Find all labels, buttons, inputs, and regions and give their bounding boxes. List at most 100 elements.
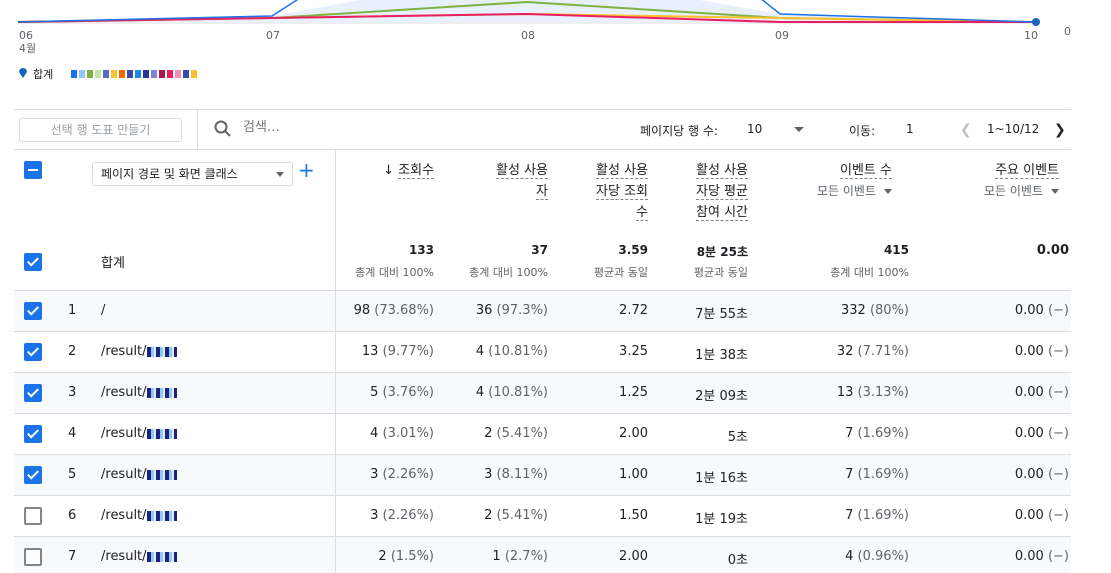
redacted-text <box>146 510 177 521</box>
cell-key-events: 0.00 (−) <box>1014 549 1069 564</box>
cell-avg-time: 5초 <box>727 430 748 445</box>
cell-views-per-user: 1.00 <box>619 467 648 482</box>
table-row[interactable]: 6/result/3 (2.26%) 2 (5.41%) 1.50 1분 19초 7 (… <box>14 496 1071 537</box>
cell-avg-time: 1분 19초 <box>695 512 748 527</box>
column-active-users[interactable]: 활성 사용 자 <box>468 160 548 202</box>
row-page-path[interactable]: /result/ <box>101 344 177 359</box>
x-tick-month: 4월 <box>19 42 37 55</box>
row-checkbox[interactable] <box>24 302 42 320</box>
next-page-icon[interactable]: ❯ <box>1054 122 1066 138</box>
row-checkbox[interactable] <box>24 343 42 361</box>
cell-active-users: 4 (10.81%) <box>475 344 548 359</box>
total-views: 133 <box>408 243 434 257</box>
table-row[interactable]: 1 / 98 (73.68%) 36 (97.3%) 2.72 7분 55초 332 (80… <box>14 291 1071 332</box>
cell-key-events: 0.00 (−) <box>1014 426 1069 441</box>
search-icon <box>214 120 232 142</box>
table-row[interactable]: 3/result/5 (3.76%) 4 (10.81%) 1.25 2분 09초 13… <box>14 373 1071 414</box>
table-row[interactable]: 5/result/3 (2.26%) 3 (8.11%) 1.00 1분 16초 7 (… <box>14 455 1071 496</box>
goto-page-input[interactable]: 1 <box>906 122 914 136</box>
row-page-path[interactable]: /result/ <box>101 385 177 400</box>
rows-per-page-label: 페이지당 행 수: <box>640 124 718 138</box>
row-index: 7 <box>68 549 77 564</box>
add-dimension-button[interactable]: + <box>298 160 315 180</box>
dimension-label: 페이지 경로 및 화면 클래스 <box>101 167 238 181</box>
make-chart-from-selection-button[interactable]: 선택 행 도표 만들기 <box>19 118 182 142</box>
total-avg-time-sub: 평균과 동일 <box>693 266 748 279</box>
row-checkbox[interactable] <box>24 548 42 566</box>
table-header: 페이지 경로 및 화면 클래스 + ↓ 조회수 활성 사용 자 활성 사용 자당… <box>14 150 1071 291</box>
dimension-select[interactable]: 페이지 경로 및 화면 클래스 <box>92 162 293 186</box>
table-row[interactable]: 4/result/4 (3.01%) 2 (5.41%) 2.00 5초 7 (1.69… <box>14 414 1071 455</box>
cell-avg-time: 0초 <box>727 553 748 568</box>
table-row[interactable]: 7/result/2 (1.5%) 1 (2.7%) 2.00 0초 4 (0.96%)… <box>14 537 1071 573</box>
cell-active-users: 36 (97.3%) <box>475 303 548 318</box>
table-row[interactable]: 2/result/13 (9.77%) 4 (10.81%) 3.25 1분 38초 3… <box>14 332 1071 373</box>
select-all-checkbox[interactable] <box>24 161 42 179</box>
chart-point-marker[interactable] <box>1032 18 1040 26</box>
x-tick-08: 08 <box>521 29 535 42</box>
column-avg-engagement-time[interactable]: 활성 사용 자당 평균 참여 시간 <box>668 160 748 223</box>
legend-pin-icon <box>17 67 29 82</box>
cell-key-events: 0.00 (−) <box>1014 303 1069 318</box>
redacted-text <box>146 346 177 357</box>
row-checkbox[interactable] <box>24 466 42 484</box>
redacted-text <box>146 387 177 398</box>
redacted-text <box>146 551 177 562</box>
row-checkbox[interactable] <box>24 384 42 402</box>
cell-events: 7 (1.69%) <box>845 426 909 441</box>
cell-events: 7 (1.69%) <box>845 508 909 523</box>
totals-label: 합계 <box>101 256 125 271</box>
chevron-down-icon <box>884 189 892 194</box>
cell-active-users: 3 (8.11%) <box>484 467 548 482</box>
column-divider <box>335 150 336 573</box>
cell-key-events: 0.00 (−) <box>1014 385 1069 400</box>
total-users: 37 <box>531 243 548 257</box>
redacted-text <box>146 469 177 480</box>
toolbar-divider <box>197 110 198 150</box>
table-toolbar: 선택 행 도표 만들기 페이지당 행 수: 10 이동: 1 ❮ 1~10/12… <box>14 109 1071 150</box>
total-events: 415 <box>883 243 909 257</box>
search-input[interactable] <box>243 120 443 135</box>
row-page-path[interactable]: /result/ <box>101 508 177 523</box>
row-page-path[interactable]: /result/ <box>101 467 177 482</box>
row-page-path[interactable]: / <box>101 303 105 318</box>
cell-events: 4 (0.96%) <box>845 549 909 564</box>
column-key-events[interactable]: 주요 이벤트 모든 이벤트 <box>934 160 1059 202</box>
row-checkbox[interactable] <box>24 425 42 443</box>
rows-per-page-select[interactable]: 10 <box>747 122 762 136</box>
legend-total-label: 합계 <box>33 68 54 81</box>
row-page-path[interactable]: /result/ <box>101 426 177 441</box>
event-filter-select[interactable]: 모든 이벤트 <box>774 181 892 202</box>
cell-views: 98 (73.68%) <box>353 303 434 318</box>
totals-checkbox[interactable] <box>24 253 42 271</box>
cell-key-events: 0.00 (−) <box>1014 344 1069 359</box>
cell-active-users: 2 (5.41%) <box>484 508 548 523</box>
prev-page-icon[interactable]: ❮ <box>960 122 972 138</box>
chevron-down-icon[interactable] <box>794 127 804 132</box>
x-tick-07: 07 <box>266 29 280 42</box>
row-index: 1 <box>68 303 77 318</box>
row-index: 4 <box>68 426 77 441</box>
cell-avg-time: 1분 38초 <box>695 348 748 363</box>
column-views-per-user[interactable]: 활성 사용 자당 조회 수 <box>568 160 648 223</box>
chart-legend: 합계 <box>17 66 198 82</box>
cell-views-per-user: 3.25 <box>619 344 648 359</box>
sort-desc-icon: ↓ <box>383 163 394 178</box>
column-views[interactable]: ↓ 조회수 <box>354 160 434 181</box>
total-events-sub: 총계 대비 100% <box>830 266 909 279</box>
total-users-sub: 총계 대비 100% <box>469 266 548 279</box>
row-checkbox[interactable] <box>24 507 42 525</box>
total-views-sub: 총계 대비 100% <box>355 266 434 279</box>
row-index: 2 <box>68 344 77 359</box>
cell-active-users: 2 (5.41%) <box>484 426 548 441</box>
cell-views: 3 (2.26%) <box>370 508 434 523</box>
total-views-per-user: 3.59 <box>618 243 648 257</box>
key-event-filter-select[interactable]: 모든 이벤트 <box>934 181 1059 202</box>
total-avg-time: 8분 25초 <box>696 245 748 259</box>
row-page-path[interactable]: /result/ <box>101 549 177 564</box>
cell-views-per-user: 1.50 <box>619 508 648 523</box>
column-event-count[interactable]: 이벤트 수 모든 이벤트 <box>774 160 892 202</box>
row-index: 6 <box>68 508 77 523</box>
row-index: 3 <box>68 385 77 400</box>
cell-events: 332 (80%) <box>840 303 909 318</box>
